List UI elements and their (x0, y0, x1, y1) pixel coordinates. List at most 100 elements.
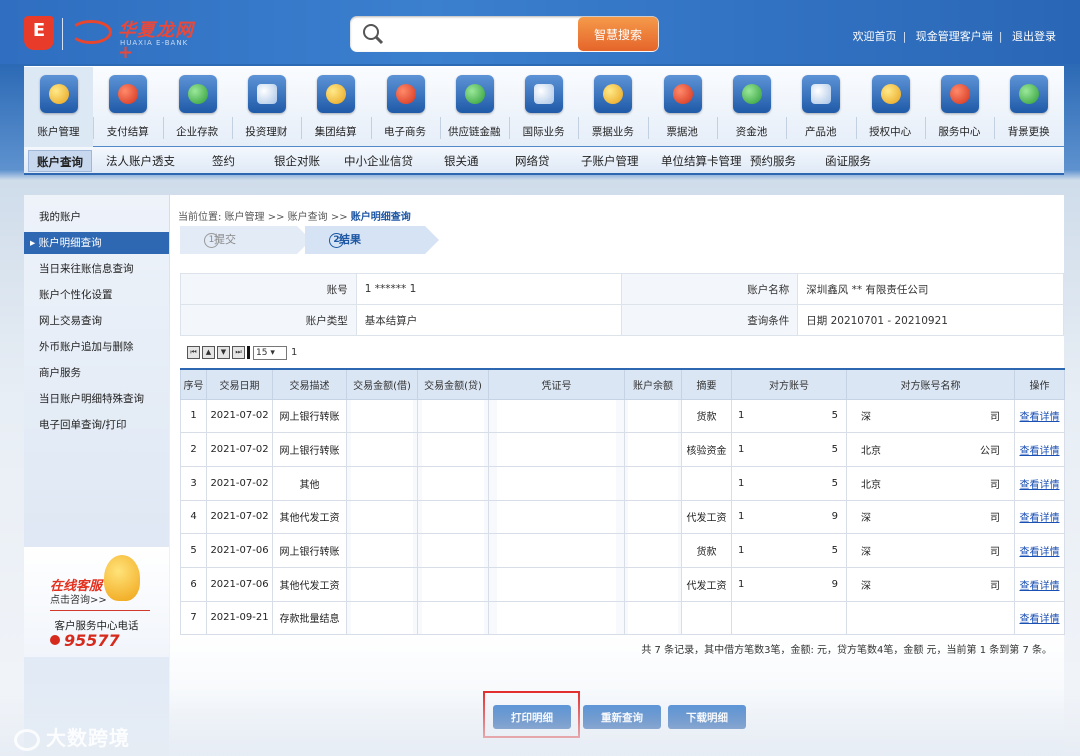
name-fragment: 司 (990, 412, 1000, 424)
nav-item-bill-pool[interactable]: 票据池 (648, 67, 717, 147)
counterparty-account (731, 600, 847, 636)
counterparty-account: 15 (731, 398, 847, 434)
mask-block (351, 433, 413, 466)
subnav-item-2[interactable]: 签约 (204, 150, 243, 172)
view-detail-link[interactable]: 查看详情 (1020, 446, 1060, 457)
search-icon (363, 24, 384, 45)
nav-item-deposit[interactable]: 企业存款 (163, 67, 232, 147)
view-detail-link[interactable]: 查看详情 (1020, 547, 1060, 558)
subnav-item-10[interactable]: 函证服务 (817, 150, 879, 172)
nav-item-product-pool[interactable]: 产品池 (786, 67, 855, 147)
nav-item-fund-pool[interactable]: 资金池 (717, 67, 786, 147)
sidebar-item-6[interactable]: 商户服务 (24, 362, 169, 384)
nav-item-account[interactable]: 账户管理 (24, 67, 93, 147)
table-cell: 2021-07-06 (206, 566, 273, 602)
print-detail-button[interactable]: 打印明细 (493, 705, 571, 729)
view-detail-link[interactable]: 查看详情 (1020, 513, 1060, 524)
account-fragment: 9 (831, 578, 838, 590)
search-input[interactable] (398, 20, 576, 48)
subnav-item-9[interactable]: 预约服务 (742, 150, 804, 172)
sidebar-item-1[interactable]: ▸ 账户明细查询 (24, 232, 169, 254)
subnav-item-3[interactable]: 银企对账 (266, 150, 328, 172)
nav-item-payment[interactable]: 支付结算 (93, 67, 162, 147)
table-header-row: 序号 交易日期 交易描述 交易金额(借) 交易金额(贷) 凭证号 账户余额 摘要 对方账号 对方账… (180, 368, 1065, 400)
nav-item-group[interactable]: 集团结算 (301, 67, 370, 147)
nav-label: 服务中心 (938, 126, 981, 138)
sidebar-item-8[interactable]: 电子回单查询/打印 (24, 414, 169, 436)
sidebar-item-2[interactable]: 当日来往账信息查询 (24, 258, 169, 280)
online-service-consult[interactable]: 点击咨询>> (50, 591, 107, 606)
sidebar-item-label: 当日账户明细特殊查询 (39, 393, 144, 405)
smart-search-button[interactable]: 智慧搜索 (578, 17, 658, 51)
nav-item-supply-chain[interactable]: 供应链金融 (440, 67, 509, 147)
page-size-select[interactable]: 15 ▾ (253, 346, 287, 360)
ebank-swirl-icon (70, 20, 112, 44)
table-cell: 7 (180, 600, 207, 636)
next-page-icon[interactable]: ▼ (217, 346, 230, 359)
counterparty-name: 深司 (846, 499, 1015, 535)
link-home[interactable]: 欢迎首页 (853, 30, 897, 43)
column-header: 操作 (1014, 368, 1065, 400)
account-fragment: 1 (738, 511, 745, 523)
last-page-icon[interactable]: ⏭ (232, 346, 245, 359)
view-detail-link[interactable]: 查看详情 (1020, 581, 1060, 592)
subnav-item-5[interactable]: 银关通 (436, 150, 487, 172)
column-header: 交易金额(贷) (417, 368, 489, 400)
link-logout[interactable]: 退出登录 (1012, 30, 1056, 43)
requery-button[interactable]: 重新查询 (583, 705, 661, 729)
nav-divider (578, 117, 580, 139)
sidebar-item-7[interactable]: 当日账户明细特殊查询 (24, 388, 169, 410)
view-detail-link[interactable]: 查看详情 (1020, 412, 1060, 423)
name-fragment: 公司 (980, 446, 1000, 458)
table-cell (681, 600, 732, 636)
table-cell: 其他代发工资 (272, 566, 347, 602)
nav-divider (786, 117, 788, 139)
masked-cell (624, 398, 682, 434)
link-cash-client[interactable]: 现金管理客户端 (916, 30, 993, 43)
view-detail-link[interactable]: 查看详情 (1020, 480, 1060, 491)
sidebar-item-5[interactable]: 外币账户追加与删除 (24, 336, 169, 358)
online-service-panel[interactable]: 在线客服 点击咨询>> 客户服务中心电话 95577 (24, 547, 169, 657)
sidebar-item-0[interactable]: 我的账户 (24, 206, 169, 228)
subnav-item-4[interactable]: 中小企业信贷 (336, 150, 421, 172)
nav-item-ecommerce[interactable]: 电子商务 (371, 67, 440, 147)
nav-label: 供应链金融 (448, 126, 501, 138)
table-row: 6 2021-07-06 其他代发工资 代发工资 1 9 深司查看详情 (180, 566, 1065, 602)
nav-item-skin[interactable]: 背景更换 (994, 67, 1063, 147)
masked-cell (624, 566, 682, 602)
sidebar-item-4[interactable]: 网上交易查询 (24, 310, 169, 332)
logo-divider (62, 18, 63, 50)
subnav-item-0[interactable]: 账户查询 (28, 150, 92, 172)
prev-page-icon[interactable]: ▲ (202, 346, 215, 359)
masked-cell (624, 600, 682, 636)
table-cell: 2021-07-02 (206, 432, 273, 467)
nav-item-intl[interactable]: 国际业务 (509, 67, 578, 147)
subnav-item-6[interactable]: 网络贷 (507, 150, 558, 172)
subnav-item-1[interactable]: 法人账户透支 (98, 150, 183, 172)
subnav-item-7[interactable]: 子账户管理 (573, 150, 647, 172)
table-cell: 其他 (272, 465, 347, 501)
auth-icon (871, 75, 910, 113)
table-cell: 其他代发工资 (272, 499, 347, 535)
nav-item-service[interactable]: 服务中心 (925, 67, 994, 147)
masked-cell (346, 600, 418, 636)
view-detail-link[interactable]: 查看详情 (1020, 614, 1060, 625)
download-detail-button[interactable]: 下载明细 (668, 705, 746, 729)
name-fragment: 司 (990, 580, 1000, 592)
table-row: 1 2021-07-02 网上银行转账 货款 1 5 深司查看详情 (180, 398, 1065, 434)
mask-block (351, 534, 413, 567)
sidebar-item-3[interactable]: 账户个性化设置 (24, 284, 169, 306)
masked-cell (346, 533, 418, 568)
masked-cell (346, 398, 418, 434)
operation-cell: 查看详情 (1014, 566, 1065, 602)
first-page-icon[interactable]: ⏮ (187, 346, 200, 359)
nav-divider (231, 117, 233, 139)
deposit-icon (178, 75, 217, 113)
table-cell: 2021-07-06 (206, 533, 273, 568)
nav-item-invest[interactable]: 投资理财 (232, 67, 301, 147)
table-cell: 6 (180, 566, 207, 602)
subnav-item-8[interactable]: 单位结算卡管理 (653, 150, 750, 172)
mask-block (497, 433, 616, 466)
nav-item-bill[interactable]: 票据业务 (578, 67, 647, 147)
nav-item-auth[interactable]: 授权中心 (856, 67, 925, 147)
